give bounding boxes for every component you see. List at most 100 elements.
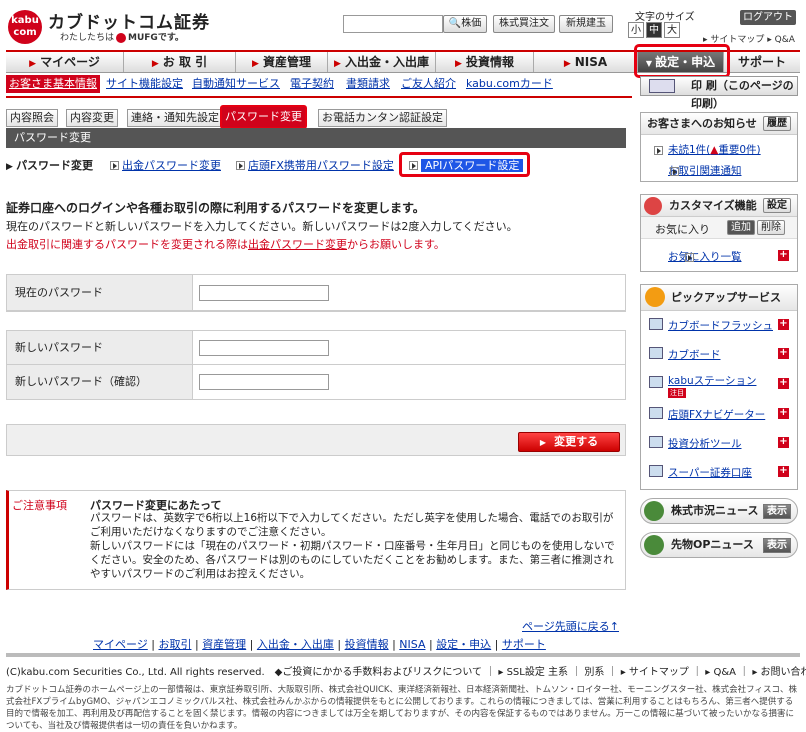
plus-icon[interactable]: + <box>778 466 789 477</box>
board-flash-icon <box>649 318 663 330</box>
market-news-show[interactable]: 表示 <box>763 504 791 519</box>
op-news-show[interactable]: 表示 <box>763 538 791 553</box>
news-icon <box>644 535 664 555</box>
stock-price-button[interactable]: 🔍株価 <box>443 15 487 33</box>
unread-label[interactable]: 未読1件( <box>668 144 710 156</box>
font-large-button[interactable]: 大 <box>664 22 680 38</box>
op-news-label: 先物OPニュース <box>671 538 754 551</box>
nav-assets[interactable]: ▶ 資産管理 <box>236 52 328 72</box>
tab-contact[interactable]: 連絡・通知先設定 <box>127 109 223 127</box>
current-password-input[interactable] <box>199 285 329 301</box>
footer-link-settings[interactable]: 設定・申込 <box>436 638 491 651</box>
footer-link-support[interactable]: サポート <box>502 638 546 651</box>
withdraw-password-link[interactable]: 出金パスワード変更 <box>248 238 347 251</box>
history-button[interactable]: 履歴 <box>763 116 791 131</box>
subnav-referral[interactable]: ご友人紹介 <box>401 75 456 93</box>
gear-icon <box>644 197 662 215</box>
favorites-list-link[interactable]: お気に入り一覧 <box>668 249 742 264</box>
arrow-icon: ▶ <box>252 59 259 69</box>
link-withdraw-label[interactable]: 出金パスワード変更 <box>122 159 221 172</box>
unread-link[interactable]: 未読1件(▲重要0件) <box>668 142 761 157</box>
nav-deposit[interactable]: ▶ 入出金・入出庫 <box>328 52 436 72</box>
font-small-button[interactable]: 小 <box>628 22 644 38</box>
link-fx-password[interactable]: 店頭FX携帯用パスワード設定 <box>236 157 394 173</box>
tab-edit[interactable]: 内容変更 <box>66 109 118 127</box>
footer-divider <box>6 653 800 657</box>
current-password-label: 現在のパスワード <box>7 275 193 310</box>
font-medium-button[interactable]: 中 <box>646 22 662 38</box>
trade-notice-link[interactable]: お取引関連通知 <box>668 163 742 178</box>
tab-view[interactable]: 内容照会 <box>6 109 58 127</box>
intro-text: 現在のパスワードと新しいパスワードを入力してください。新しいパスワードは2度入力… <box>6 220 518 233</box>
add-favorite-button[interactable]: 追加 <box>727 220 755 235</box>
pickup-station[interactable]: kabuステーション <box>668 373 756 388</box>
subnav-e-contract[interactable]: 電子契約 <box>290 75 334 93</box>
nav-support[interactable]: サポート <box>724 52 800 72</box>
buy-order-button[interactable]: 株式買注文 <box>493 15 555 33</box>
board-icon <box>649 347 663 359</box>
print-button[interactable]: 印 刷（このページの印刷） <box>640 76 798 110</box>
pickup-super-account[interactable]: スーパー証券口座 <box>668 465 752 480</box>
pickup-board-flash[interactable]: カブボードフラッシュ <box>668 318 773 333</box>
printer-icon <box>649 79 675 93</box>
notice-panel-header: お客さまへのお知らせ 履歴 <box>641 113 797 135</box>
nav-info[interactable]: ▶ 投資情報 <box>436 52 534 72</box>
logout-button[interactable]: ログアウト <box>740 10 796 25</box>
plus-icon[interactable]: + <box>778 437 789 448</box>
search-input[interactable] <box>343 15 443 33</box>
nav-label: お 取 引 <box>162 55 208 69</box>
subnav-basic-info[interactable]: お客さま基本情報 <box>6 75 100 93</box>
footer-nav: マイページ | お取引 | 資産管理 | 入出金・入出庫 | 投資情報 | NI… <box>93 638 546 651</box>
brand-sub: わたしたちは MUFGです。 <box>60 30 184 43</box>
nav-mypage[interactable]: ▶ マイページ <box>6 52 124 72</box>
market-news-button[interactable]: 株式市況ニュース 表示 <box>640 498 798 524</box>
brand-mufg: MUFGです。 <box>128 33 184 43</box>
change-button[interactable]: ▶ 変更する <box>518 432 620 452</box>
plus-icon[interactable]: + <box>778 319 789 330</box>
nav-nisa[interactable]: ▶ NISA <box>534 52 638 72</box>
footer-link-info[interactable]: 投資情報 <box>345 638 389 651</box>
intro-warning: 出金取引に関連するパスワードを変更される際は出金パスワード変更からお願いします。 <box>6 236 445 252</box>
intro-heading: 証券口座へのログインや各種お取引の際に利用するパスワードを変更します。 <box>6 201 425 215</box>
nav-trade[interactable]: ▶ お 取 引 <box>124 52 236 72</box>
link-fx-label[interactable]: 店頭FX携帯用パスワード設定 <box>248 159 394 172</box>
tab-password[interactable]: パスワード変更 <box>220 105 307 129</box>
new-position-button[interactable]: 新規建玉 <box>559 15 613 33</box>
pickup-analysis[interactable]: 投資分析ツール <box>668 436 742 451</box>
station-icon <box>649 376 663 388</box>
arrow-icon: ▶ <box>151 59 159 69</box>
op-news-button[interactable]: 先物OPニュース 表示 <box>640 532 798 558</box>
notice-para-2: 新しいパスワードには「現在のパスワード・初期パスワード・口座番号・生年月日」と同… <box>90 540 615 580</box>
page-top-link[interactable]: ページ先頭に戻る↑ <box>522 618 619 634</box>
footer-link-mypage[interactable]: マイページ <box>93 638 148 651</box>
subnav-site-settings[interactable]: サイト機能設定 <box>106 75 183 93</box>
plus-icon[interactable]: + <box>778 250 789 261</box>
important-label[interactable]: 重要0件) <box>718 144 760 156</box>
delete-favorite-button[interactable]: 削除 <box>757 220 785 235</box>
nav-label: NISA <box>574 55 608 69</box>
subnav-card[interactable]: kabu.comカード <box>466 75 553 93</box>
customize-settings-button[interactable]: 設定 <box>763 198 791 213</box>
footer-link-nisa[interactable]: NISA <box>399 638 425 651</box>
settings-highlight <box>634 44 730 78</box>
subnav-document-request[interactable]: 書類請求 <box>346 75 390 93</box>
footer-link-trade[interactable]: お取引 <box>158 638 191 651</box>
link-withdraw-password[interactable]: 出金パスワード変更 <box>110 157 221 173</box>
confirm-password-input[interactable] <box>199 374 329 390</box>
new-password-input[interactable] <box>199 340 329 356</box>
tab-phone-auth[interactable]: お電話カンタン認証設定 <box>318 109 447 127</box>
footer-link-deposit[interactable]: 入出金・入出庫 <box>257 638 334 651</box>
plus-icon[interactable]: + <box>778 348 789 359</box>
footer-link-assets[interactable]: 資産管理 <box>202 638 246 651</box>
pickup-fx-navi[interactable]: 店頭FXナビゲーター <box>668 407 765 422</box>
notice-para-1: パスワードは、英数字で6桁以上16桁以下で入力してください。ただし英字を使用した… <box>90 512 614 538</box>
pickup-board[interactable]: カブボード <box>668 347 721 362</box>
intro-warning-post: からお願いします。 <box>347 238 445 251</box>
subnav-divider <box>6 96 632 98</box>
logo-badge[interactable]: kabu com <box>8 10 42 44</box>
subnav-auto-notify[interactable]: 自動通知サービス <box>192 75 280 93</box>
plus-icon[interactable]: + <box>778 408 789 419</box>
plus-icon[interactable]: + <box>778 378 789 389</box>
arrow-box-icon <box>110 161 119 170</box>
analysis-icon <box>649 436 663 448</box>
